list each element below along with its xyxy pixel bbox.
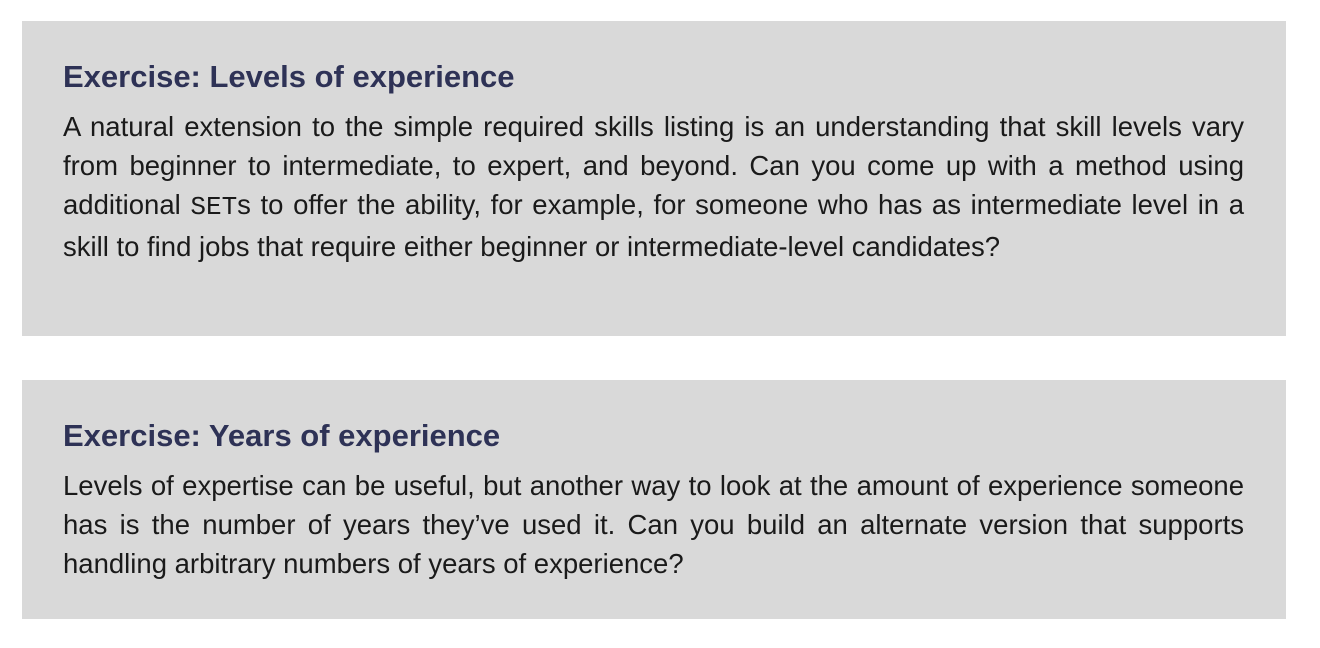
exercise-body: A natural extension to the simple requir… <box>63 107 1244 266</box>
exercise-body-text: s to offer the ability, for example, for… <box>63 189 1245 262</box>
exercise-box-years: Exercise: Years of experience Levels of … <box>22 380 1286 619</box>
inline-code: SET <box>190 192 238 222</box>
exercise-title: Exercise: Years of experience <box>63 418 501 453</box>
exercise-body: Levels of expertise can be useful, but a… <box>63 470 1244 579</box>
exercise-box-levels: Exercise: Levels of experience A natural… <box>22 21 1286 336</box>
exercise-title: Exercise: Levels of experience <box>63 59 515 94</box>
